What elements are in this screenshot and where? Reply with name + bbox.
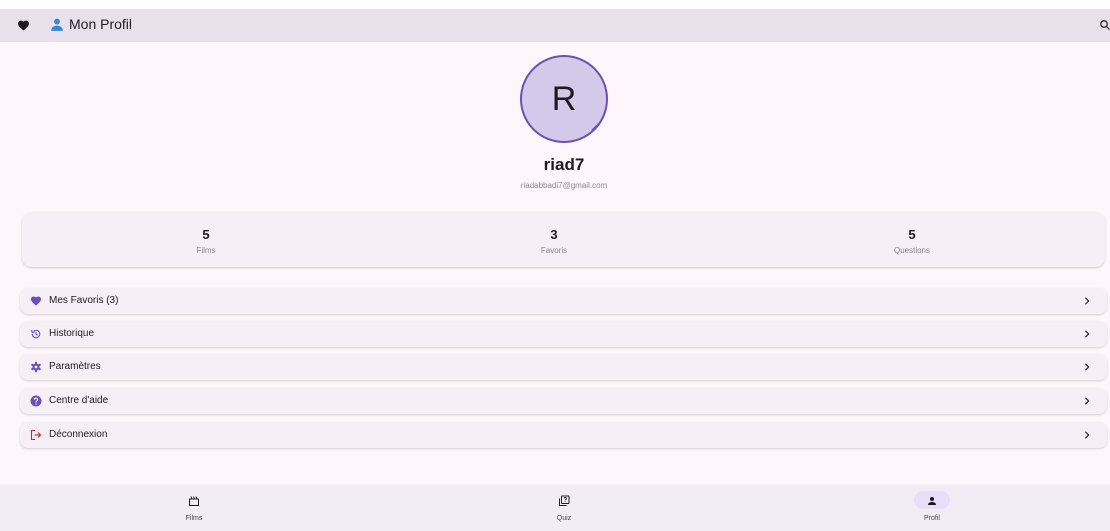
stat-label: Favoris (540, 246, 568, 255)
favorites-heart-icon[interactable] (17, 19, 30, 32)
chevron-right-icon (1085, 297, 1090, 305)
nav-item-quiz[interactable]: Quiz (504, 485, 624, 531)
menu-item-historique[interactable]: Historique (20, 321, 1107, 347)
clapperboard-icon (189, 496, 199, 506)
app-screen: Mon Profil R riad7 riadabbadi7@gmail.com… (0, 9, 1110, 531)
help-icon (30, 395, 42, 407)
logout-icon (30, 429, 42, 441)
user-email: riadabbadi7@gmail.com (520, 181, 608, 190)
username: riad7 (543, 155, 585, 174)
menu-item-label: Mes Favoris (3) (49, 295, 119, 306)
menu-item-parametres[interactable]: Paramètres (20, 354, 1107, 380)
quiz-icon (559, 495, 570, 506)
menu-item-deconnexion[interactable]: Déconnexion (20, 422, 1107, 448)
stat-value: 5 (908, 227, 916, 242)
app-bar-title-group: Mon Profil (50, 16, 132, 32)
heart-icon (31, 296, 41, 306)
chevron-right-icon (1085, 397, 1090, 405)
stat-value: 3 (550, 227, 558, 242)
person-icon (928, 497, 936, 505)
chevron-right-icon (1085, 431, 1090, 439)
stat-films: 5 Films (106, 227, 306, 255)
stat-label: Films (196, 246, 216, 255)
history-icon (30, 329, 41, 339)
menu-item-label: Historique (49, 328, 95, 339)
stat-label: Questions (893, 246, 931, 255)
nav-label: Films (185, 515, 203, 522)
bottom-navigation: Films Quiz Profil (0, 485, 1110, 531)
search-icon[interactable] (1099, 19, 1110, 31)
nav-item-profil[interactable]: Profil (872, 485, 992, 531)
menu-item-centre-aide[interactable]: Centre d'aide (20, 388, 1107, 414)
app-bar: Mon Profil (0, 9, 1110, 42)
edit-pencil-icon[interactable] (590, 122, 601, 133)
menu-item-label: Déconnexion (49, 429, 108, 440)
stats-card: 5 Films 3 Favoris 5 Questions (22, 212, 1105, 267)
menu-item-label: Centre d'aide (49, 395, 109, 406)
person-icon (51, 18, 63, 31)
gear-icon (31, 361, 41, 373)
stat-questions: 5 Questions (812, 227, 1012, 255)
nav-label: Profil (924, 515, 940, 522)
stat-favoris: 3 Favoris (454, 227, 654, 255)
avatar-initial: R (551, 79, 577, 118)
chevron-right-icon (1085, 330, 1090, 338)
nav-label: Quiz (556, 515, 572, 522)
menu-item-favoris[interactable]: Mes Favoris (3) (20, 288, 1107, 314)
page-title: Mon Profil (69, 16, 133, 32)
menu-item-label: Paramètres (49, 361, 101, 372)
stat-value: 5 (202, 227, 210, 242)
nav-item-films[interactable]: Films (134, 485, 254, 531)
chevron-right-icon (1085, 363, 1090, 371)
